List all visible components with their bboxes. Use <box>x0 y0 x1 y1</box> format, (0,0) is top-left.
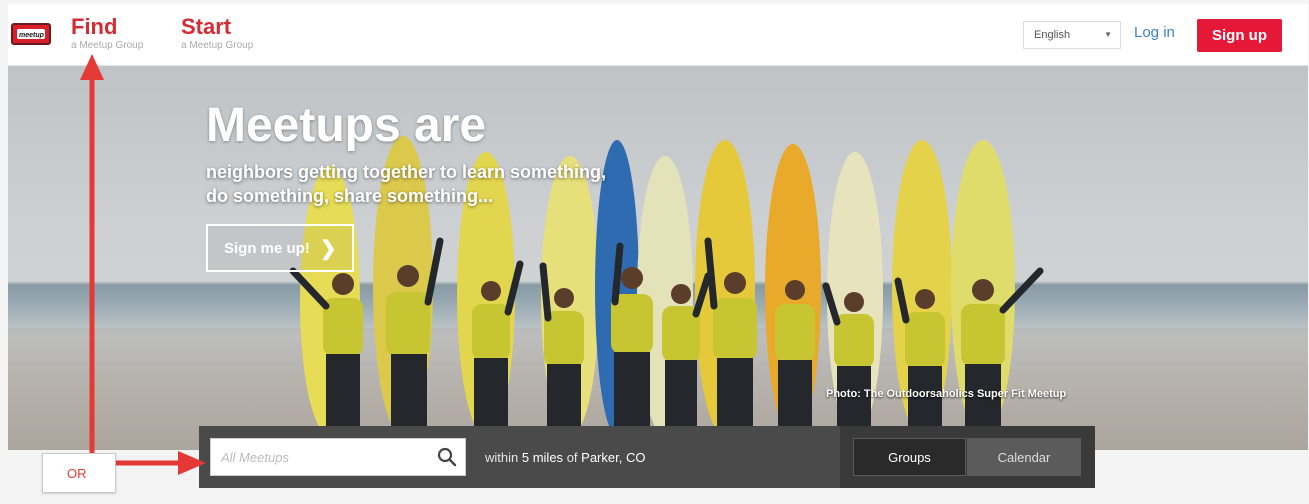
hero-photo-surfers <box>8 136 1308 450</box>
top-nav-bar: meetup Find a Meetup Group Start a Meetu… <box>8 4 1308 66</box>
start-meetup-group-link[interactable]: Start a Meetup Group <box>181 14 253 52</box>
hero-subtitle: neighbors getting together to learn some… <box>206 160 666 208</box>
chevron-right-icon: ❯ <box>319 237 337 260</box>
language-select[interactable]: English ▼ <box>1023 21 1121 49</box>
hero-title: Meetups are <box>206 99 487 152</box>
search-icon[interactable] <box>437 447 457 467</box>
or-annotation-label: OR <box>42 453 116 493</box>
signup-button[interactable]: Sign up <box>1197 19 1282 52</box>
meetup-logo[interactable]: meetup <box>11 23 51 45</box>
language-value: English <box>1034 29 1071 41</box>
search-bar: within 5 miles of Parker, CO Groups Cale… <box>199 426 1095 488</box>
radius-dropdown[interactable]: 5 miles <box>522 450 563 465</box>
hero-subtitle-line2: do something, share something... <box>206 186 494 206</box>
sign-me-up-button[interactable]: Sign me up! ❯ <box>206 224 354 272</box>
start-label: Start <box>181 14 232 39</box>
groups-view-button[interactable]: Groups <box>853 438 966 476</box>
logo-text: meetup <box>19 32 44 39</box>
start-sublabel: a Meetup Group <box>181 40 254 51</box>
calendar-view-button[interactable]: Calendar <box>967 438 1081 476</box>
search-input[interactable] <box>211 439 431 475</box>
hero-banner: Meetups are neighbors getting together t… <box>8 66 1308 450</box>
login-link[interactable]: Log in <box>1134 24 1175 41</box>
sign-me-up-label: Sign me up! <box>224 239 310 257</box>
find-label: Find <box>71 14 118 39</box>
find-sublabel: a Meetup Group <box>71 40 144 51</box>
view-toggle: Groups Calendar <box>840 426 1095 488</box>
search-box <box>210 438 466 476</box>
find-meetup-group-link[interactable]: Find a Meetup Group <box>71 14 143 52</box>
location-filter: within 5 miles of Parker, CO <box>485 450 645 465</box>
of-text: of <box>566 450 578 465</box>
location-dropdown[interactable]: Parker, CO <box>581 450 645 465</box>
chevron-down-icon: ▼ <box>1104 30 1112 39</box>
within-text: within <box>485 450 519 465</box>
photo-credit: Photo: The Outdoorsaholics Super Fit Mee… <box>826 388 1067 400</box>
page: meetup Find a Meetup Group Start a Meetu… <box>0 0 1309 504</box>
hero-subtitle-line1: neighbors getting together to learn some… <box>206 162 607 182</box>
